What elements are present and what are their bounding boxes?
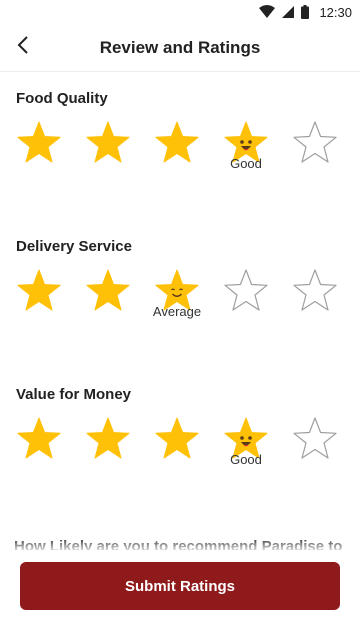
star-rating[interactable] [16,416,346,464]
status-bar: 12:30 [0,0,360,24]
star-empty-icon[interactable] [292,268,338,314]
rating-caption: Good [230,156,262,171]
star-filled-icon[interactable] [85,120,131,166]
rating-caption: Good [230,452,262,467]
rating-section-food-quality: Food Quality Good [0,90,360,210]
star-filled-icon[interactable] [154,120,200,166]
star-filled-icon[interactable] [85,268,131,314]
recommend-question: How Likely are you to recommend Paradise… [14,538,343,550]
battery-icon [301,5,310,19]
signal-icon [281,5,295,19]
submit-ratings-button[interactable]: Submit Ratings [20,562,340,610]
star-filled-icon[interactable] [16,268,62,314]
back-arrow-icon [16,35,30,60]
rating-section-value-for-money: Value for Money Good [0,386,360,506]
star-rating[interactable] [16,120,346,168]
star-filled-icon[interactable] [154,416,200,462]
section-title: Food Quality [16,90,108,107]
wifi-icon [259,5,276,19]
star-filled-icon[interactable] [85,416,131,462]
app-bar: Review and Ratings [0,24,360,72]
star-empty-icon[interactable] [292,120,338,166]
star-empty-icon[interactable] [292,416,338,462]
star-filled-icon[interactable] [16,416,62,462]
section-title: Delivery Service [16,238,132,255]
back-button[interactable] [10,34,36,60]
status-time: 12:30 [319,4,352,20]
rating-caption: Average [152,304,202,319]
rating-section-delivery-service: Delivery Service Average [0,238,360,358]
star-filled-icon[interactable] [16,120,62,166]
ratings-content: Food Quality Good Delivery Service Avera… [0,73,360,550]
star-empty-icon[interactable] [223,268,269,314]
bottom-bar: Submit Ratings [0,550,360,640]
page-title: Review and Ratings [99,37,261,57]
section-title: Value for Money [16,386,132,403]
